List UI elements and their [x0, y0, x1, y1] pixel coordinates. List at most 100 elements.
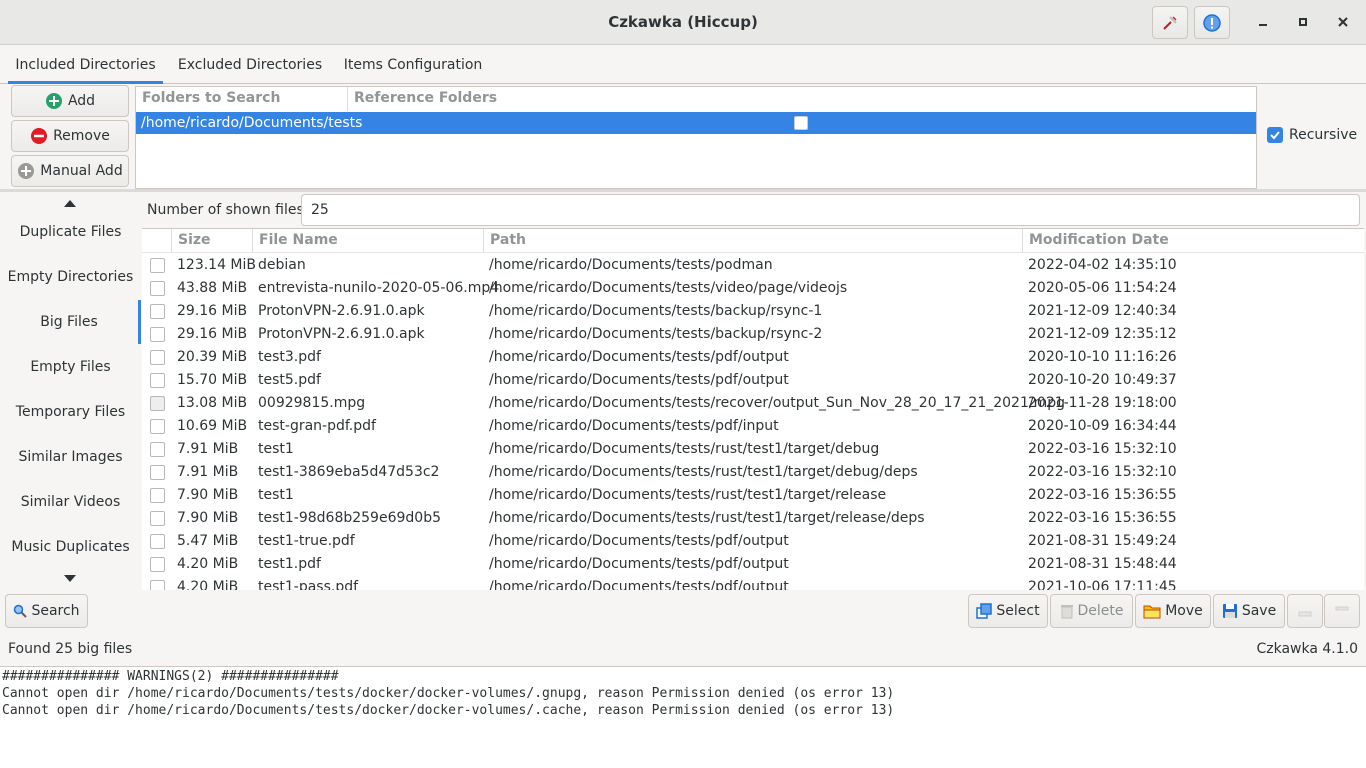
row-size: 7.91 MiB	[177, 464, 239, 480]
row-checkbox[interactable]	[150, 534, 165, 549]
status-text: Found 25 big files	[8, 641, 133, 657]
settings-button[interactable]	[1152, 6, 1188, 39]
row-path: /home/ricardo/Documents/tests/rust/test1…	[489, 441, 880, 457]
row-checkbox[interactable]	[150, 350, 165, 365]
table-row[interactable]: 7.90 MiB test1/home/ricardo/Documents/tes…	[142, 484, 1364, 507]
row-name: test1-98d68b259e69d0b5	[258, 510, 441, 526]
sidebar-item-empty-directories[interactable]: Empty Directories	[0, 255, 141, 299]
row-path: /home/ricardo/Documents/tests/pdf/output	[489, 579, 789, 590]
save-button[interactable]: Save	[1213, 594, 1285, 628]
reference-folders-header[interactable]: Reference Folders	[348, 87, 1256, 111]
table-row[interactable]: 7.90 MiB test1-98d68b259e69d0b5/home/rica…	[142, 507, 1364, 530]
row-date: 2022-03-16 15:36:55	[1028, 487, 1177, 503]
row-size: 5.47 MiB	[177, 533, 239, 549]
table-row[interactable]: 4.20 MiB test1-pass.pdf/home/ricardo/Docu…	[142, 576, 1364, 590]
sidebar-item-music-duplicates[interactable]: Music Duplicates	[0, 525, 141, 569]
table-row[interactable]: 123.14 MiB debian/home/ricardo/Documents/…	[142, 254, 1364, 277]
row-date: 2021-10-06 17:11:45	[1028, 579, 1177, 590]
log-output[interactable]: ############### WARNINGS(2) ############…	[0, 666, 1366, 768]
row-size: 29.16 MiB	[177, 326, 248, 342]
row-checkbox[interactable]	[150, 258, 165, 273]
row-checkbox[interactable]	[150, 557, 165, 572]
row-name: test1-pass.pdf	[258, 579, 359, 590]
table-row[interactable]: 10.69 MiB test-gran-pdf.pdf/home/ricardo/…	[142, 415, 1364, 438]
sidebar-item-big-files[interactable]: Big Files	[0, 300, 141, 344]
row-checkbox[interactable]	[150, 327, 165, 342]
search-button[interactable]: Search	[5, 594, 88, 628]
table-row[interactable]: 5.47 MiB test1-true.pdf/home/ricardo/Docu…	[142, 530, 1364, 553]
delete-button[interactable]: Delete	[1050, 594, 1133, 628]
version-label: Czkawka 4.1.0	[1256, 641, 1358, 657]
row-path: /home/ricardo/Documents/tests/pdf/output	[489, 556, 789, 572]
close-button[interactable]	[1331, 10, 1355, 34]
sidebar-item-similar-videos[interactable]: Similar Videos	[0, 480, 141, 524]
recursive-option[interactable]: Recursive	[1267, 127, 1357, 143]
sidebar-item-similar-images[interactable]: Similar Images	[0, 435, 141, 479]
reference-folder-checkbox[interactable]	[794, 116, 808, 130]
row-checkbox[interactable]	[150, 580, 165, 590]
add-button[interactable]: Add	[11, 85, 129, 117]
row-checkbox[interactable]	[150, 442, 165, 457]
row-checkbox[interactable]	[150, 419, 165, 434]
modification-date-column-header[interactable]: Modification Date	[1023, 229, 1364, 253]
table-row[interactable]: 20.39 MiB test3.pdf/home/ricardo/Document…	[142, 346, 1364, 369]
tab-excluded-directories[interactable]: Excluded Directories	[173, 46, 327, 84]
about-button[interactable]	[1194, 6, 1230, 39]
delete-button-label: Delete	[1077, 603, 1124, 619]
table-row[interactable]: 15.70 MiB test5.pdf/home/ricardo/Document…	[142, 369, 1364, 392]
folder-icon	[1143, 605, 1161, 619]
recursive-checkbox[interactable]	[1267, 127, 1283, 143]
row-path: /home/ricardo/Documents/tests/pdf/output	[489, 372, 789, 388]
row-checkbox[interactable]	[150, 488, 165, 503]
table-row[interactable]: 29.16 MiB ProtonVPN-2.6.91.0.apk/home/ric…	[142, 323, 1364, 346]
row-checkbox[interactable]	[150, 304, 165, 319]
sidebar-item-empty-files[interactable]: Empty Files	[0, 345, 141, 389]
table-row[interactable]: 7.91 MiB test1/home/ricardo/Documents/tes…	[142, 438, 1364, 461]
sidebar-item-temporary-files[interactable]: Temporary Files	[0, 390, 141, 434]
table-row[interactable]: 43.88 MiB entrevista-nunilo-2020-05-06.mp…	[142, 277, 1364, 300]
path-column-header[interactable]: Path	[484, 229, 1023, 253]
row-name: test1	[258, 487, 294, 503]
directory-row[interactable]: /home/ricardo/Documents/tests	[136, 112, 1256, 134]
hardlink-button[interactable]	[1287, 594, 1323, 628]
row-checkbox[interactable]	[150, 511, 165, 526]
manual-add-button[interactable]: Manual Add	[11, 155, 129, 187]
scroll-up-arrow-icon[interactable]	[64, 200, 76, 207]
select-button[interactable]: Select	[968, 594, 1048, 628]
pane-separator[interactable]	[0, 189, 1366, 192]
scroll-down-arrow-icon[interactable]	[64, 575, 76, 582]
shown-files-label: Number of shown files	[147, 202, 304, 218]
shown-files-input[interactable]: 25	[301, 194, 1360, 226]
table-row[interactable]: 13.08 MiB 00929815.mpg/home/ricardo/Docum…	[142, 392, 1364, 415]
row-checkbox[interactable]	[150, 396, 165, 411]
table-row[interactable]: 7.91 MiB test1-3869eba5d47d53c2/home/rica…	[142, 461, 1364, 484]
table-row[interactable]: 29.16 MiB ProtonVPN-2.6.91.0.apk/home/ric…	[142, 300, 1364, 323]
row-checkbox[interactable]	[150, 281, 165, 296]
row-size: 15.70 MiB	[177, 372, 248, 388]
row-name: test1-3869eba5d47d53c2	[258, 464, 440, 480]
row-date: 2022-03-16 15:36:55	[1028, 510, 1177, 526]
row-checkbox[interactable]	[150, 465, 165, 480]
row-checkbox[interactable]	[150, 373, 165, 388]
row-size: 7.90 MiB	[177, 487, 239, 503]
log-line: Cannot open dir /home/ricardo/Documents/…	[2, 703, 895, 718]
file-name-column-header[interactable]: File Name	[253, 229, 484, 253]
remove-button[interactable]: Remove	[11, 120, 129, 152]
tab-items-configuration[interactable]: Items Configuration	[339, 46, 487, 84]
tool-sidebar: Duplicate Files Empty Directories Big Fi…	[0, 192, 141, 590]
move-button[interactable]: Move	[1135, 594, 1211, 628]
folders-to-search-header[interactable]: Folders to Search	[136, 87, 348, 111]
table-row[interactable]: 4.20 MiB test1.pdf/home/ricardo/Documents…	[142, 553, 1364, 576]
checkmark-icon	[1270, 131, 1280, 140]
sidebar-item-duplicate-files[interactable]: Duplicate Files	[0, 210, 141, 254]
size-column-header[interactable]: Size	[172, 229, 253, 253]
add-icon	[45, 93, 62, 109]
minimize-icon	[1259, 24, 1267, 26]
select-column-header[interactable]	[142, 229, 172, 253]
row-path: /home/ricardo/Documents/tests/pdf/output	[489, 533, 789, 549]
maximize-button[interactable]	[1291, 10, 1315, 34]
remove-icon	[31, 128, 48, 144]
tab-included-directories[interactable]: Included Directories	[8, 46, 163, 84]
minimize-button[interactable]	[1251, 10, 1275, 34]
symlink-button[interactable]	[1324, 594, 1360, 628]
